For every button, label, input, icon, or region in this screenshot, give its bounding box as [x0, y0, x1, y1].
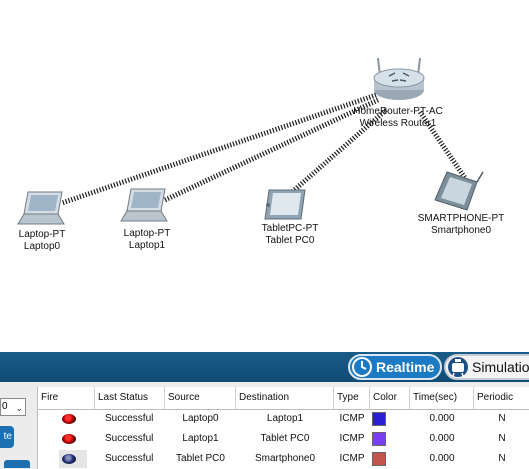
fire-cell[interactable] [38, 449, 95, 469]
color-swatch [372, 432, 386, 446]
destination-cell: Laptop1 [266, 413, 304, 424]
type-cell: ICMP [339, 433, 365, 444]
wireless-link-laptop0 [61, 92, 377, 206]
column-header[interactable]: Source [165, 387, 236, 409]
wireless-links [17, 57, 484, 225]
simulation-label: Simulation [472, 359, 529, 375]
stopwatch-icon [448, 357, 468, 377]
color-swatch [372, 412, 386, 426]
color-cell [370, 409, 410, 429]
scenario-controls: 0 ⌄ te [0, 396, 34, 469]
time-cell: 0.000 [429, 453, 455, 464]
column-header[interactable]: Type [334, 387, 370, 409]
table-row[interactable]: Successful Laptop1 Tablet PC0 ICMP 0.000… [38, 429, 529, 449]
device-model: HomeRouter-PT-AC [353, 106, 443, 117]
destination-cell: Smartphone0 [254, 453, 316, 464]
column-header[interactable]: Last Status [95, 387, 165, 409]
scenario-value: 0 [2, 401, 8, 412]
router-label: HomeRouter-PT-AC Wireless Router1 [352, 106, 444, 130]
device-name: Tablet PC0 [265, 235, 315, 246]
delete-scenario-button[interactable]: te [0, 426, 14, 448]
periodic-cell: N [498, 433, 506, 444]
fire-icon[interactable] [62, 434, 76, 444]
realtime-label: Realtime [376, 359, 435, 375]
periodic-cell: N [498, 413, 506, 424]
scenario-select[interactable]: 0 ⌄ [0, 398, 26, 416]
table-row[interactable]: Successful Laptop0 Laptop1 ICMP 0.000 N [38, 409, 529, 429]
laptop-icon [17, 191, 65, 225]
chevron-down-icon: ⌄ [15, 403, 23, 413]
device-name: Laptop1 [128, 240, 166, 251]
device-model: TabletPC-PT [261, 223, 319, 234]
status-cell: Successful [105, 413, 154, 424]
laptop-icon [120, 188, 168, 222]
color-cell [370, 449, 410, 469]
delete-label: te [3, 431, 12, 442]
device-model: Laptop-PT [18, 229, 66, 240]
table-row[interactable]: Successful Tablet PC0 Smartphone0 ICMP 0… [38, 449, 529, 469]
source-cell: Laptop1 [182, 433, 219, 444]
fire-icon[interactable] [62, 454, 76, 464]
source-cell: Laptop0 [182, 413, 219, 424]
laptop0-label: Laptop-PT Laptop0 [10, 229, 74, 253]
logical-workspace[interactable]: HomeRouter-PT-AC Wireless Router1 Laptop… [0, 0, 529, 352]
device-name: Smartphone0 [430, 225, 492, 236]
toggle-pdu-list-button[interactable] [4, 460, 30, 468]
realtime-mode-button[interactable]: Realtime [348, 354, 442, 380]
time-cell: 0.000 [429, 433, 455, 444]
color-cell [370, 429, 410, 449]
column-header[interactable]: Color [370, 387, 410, 409]
clock-icon [352, 357, 372, 377]
fire-cell[interactable] [38, 409, 95, 429]
tablet-icon [264, 189, 306, 220]
status-cell: Successful [105, 453, 154, 464]
type-cell: ICMP [339, 453, 365, 464]
fire-cell[interactable] [38, 429, 95, 449]
tablet-label: TabletPC-PT Tablet PC0 [252, 223, 328, 247]
column-header[interactable]: Fire [38, 387, 95, 409]
pdu-list-table: Fire Last Status Source Destination Type… [37, 387, 529, 469]
column-header[interactable]: Destination [236, 387, 334, 409]
fire-icon[interactable] [62, 414, 76, 424]
periodic-cell: N [498, 453, 506, 464]
laptop1-label: Laptop-PT Laptop1 [115, 228, 179, 252]
smartphone-label: SMARTPHONE-PT Smartphone0 [413, 213, 509, 237]
device-model: SMARTPHONE-PT [417, 213, 505, 224]
simulation-mode-button[interactable]: Simulation [444, 354, 529, 380]
table-header: Fire Last Status Source Destination Type… [38, 387, 529, 410]
wireless-link-laptop1 [163, 97, 380, 203]
device-name: Wireless Router1 [359, 118, 437, 129]
wireless-router-icon [373, 57, 425, 100]
source-cell: Tablet PC0 [176, 453, 225, 464]
time-cell: 0.000 [429, 413, 455, 424]
color-swatch [372, 452, 386, 466]
destination-cell: Tablet PC0 [260, 433, 310, 444]
column-header[interactable]: Time(sec) [410, 387, 474, 409]
device-model: Laptop-PT [123, 228, 171, 239]
device-name: Laptop0 [23, 241, 61, 252]
type-cell: ICMP [339, 413, 365, 424]
smartphone-icon [434, 171, 484, 211]
status-cell: Successful [105, 433, 154, 444]
status-bar: Realtime Simulation 0 ⌄ te Fire Last Sta… [0, 352, 529, 469]
column-header[interactable]: Periodic [474, 387, 529, 409]
